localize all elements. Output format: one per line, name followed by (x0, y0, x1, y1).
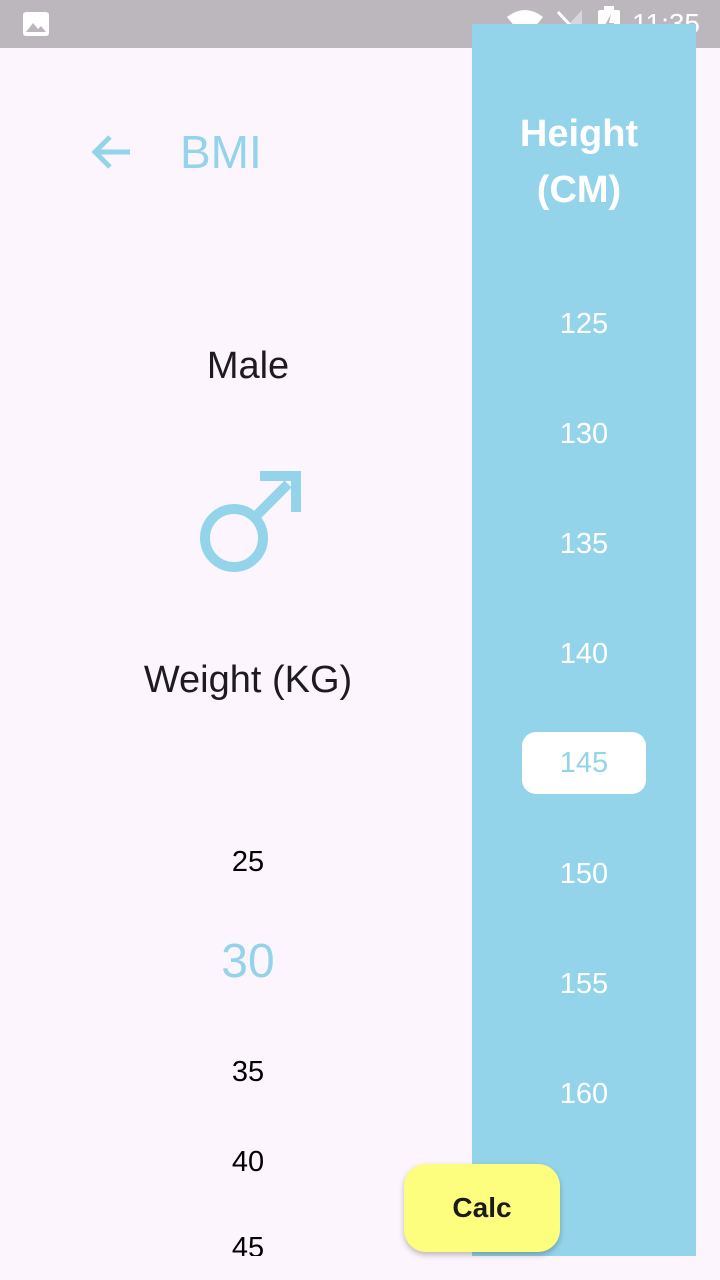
height-title: Height (CM) (472, 106, 686, 218)
height-option[interactable]: 150 (522, 843, 646, 905)
arrow-left-icon[interactable] (88, 128, 136, 176)
weight-picker[interactable]: 25 30 35 40 45 (148, 820, 348, 1256)
height-option[interactable]: 160 (522, 1063, 646, 1125)
weight-option[interactable]: 25 (148, 844, 348, 880)
height-option[interactable]: 135 (522, 513, 646, 575)
weight-option[interactable]: 40 (148, 1144, 348, 1180)
calc-button[interactable]: Calc (404, 1164, 560, 1252)
page-title: BMI (180, 126, 262, 178)
gender-label: Male (206, 345, 290, 387)
height-option[interactable]: 130 (522, 403, 646, 465)
male-symbol-icon[interactable] (196, 470, 302, 576)
weight-option-selected[interactable]: 30 (148, 932, 348, 992)
weight-option[interactable]: 35 (148, 1054, 348, 1090)
height-title-line2: (CM) (536, 169, 622, 211)
weight-option[interactable]: 45 (148, 1230, 348, 1256)
height-option[interactable]: 140 (522, 623, 646, 685)
height-option[interactable]: 155 (522, 953, 646, 1015)
height-option-selected[interactable]: 145 (522, 732, 646, 794)
gallery-icon (23, 12, 49, 36)
weight-label: Weight (KG) (143, 659, 353, 701)
height-title-line1: Height (519, 113, 639, 155)
height-option[interactable]: 125 (522, 293, 646, 355)
